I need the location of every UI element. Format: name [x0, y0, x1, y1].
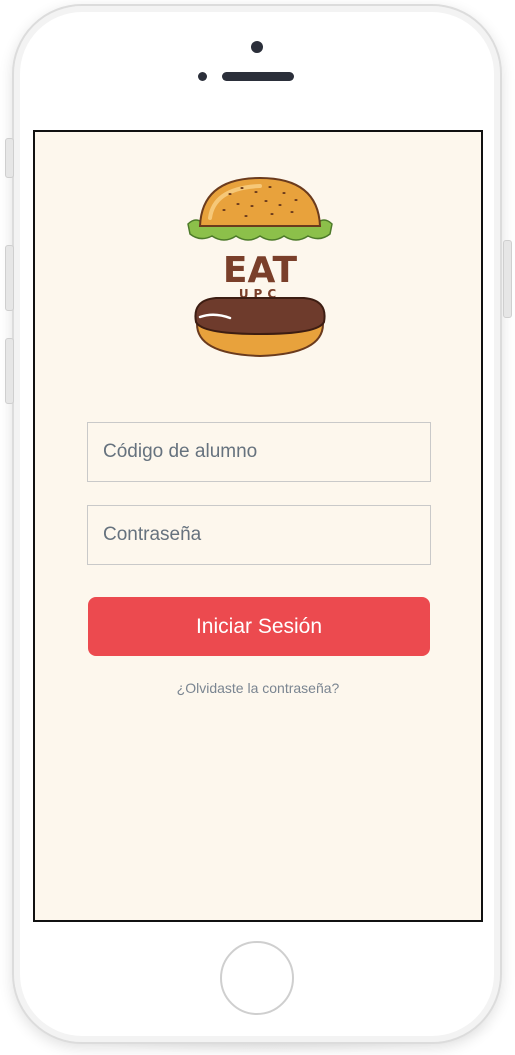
page: EAT UPC Iniciar Sesión ¿Olvidaste la con…: [0, 0, 515, 1055]
app-screen: EAT UPC Iniciar Sesión ¿Olvidaste la con…: [33, 130, 483, 922]
mute-switch: [5, 138, 14, 178]
student-code-field[interactable]: [87, 422, 431, 482]
forgot-password-link[interactable]: ¿Olvidaste la contraseña?: [35, 680, 481, 696]
student-code-input[interactable]: [88, 423, 430, 481]
home-button: [220, 941, 294, 1015]
power-button: [503, 240, 512, 318]
login-button[interactable]: Iniciar Sesión: [88, 597, 430, 656]
password-input[interactable]: [88, 506, 430, 564]
front-camera: [251, 41, 263, 53]
volume-down-button: [5, 338, 14, 404]
burger-logo-icon: EAT UPC: [187, 176, 333, 358]
logo-title: EAT: [223, 250, 298, 291]
proximity-sensor: [198, 72, 207, 81]
volume-up-button: [5, 245, 14, 311]
password-field[interactable]: [87, 505, 431, 565]
earpiece-speaker: [222, 72, 294, 81]
